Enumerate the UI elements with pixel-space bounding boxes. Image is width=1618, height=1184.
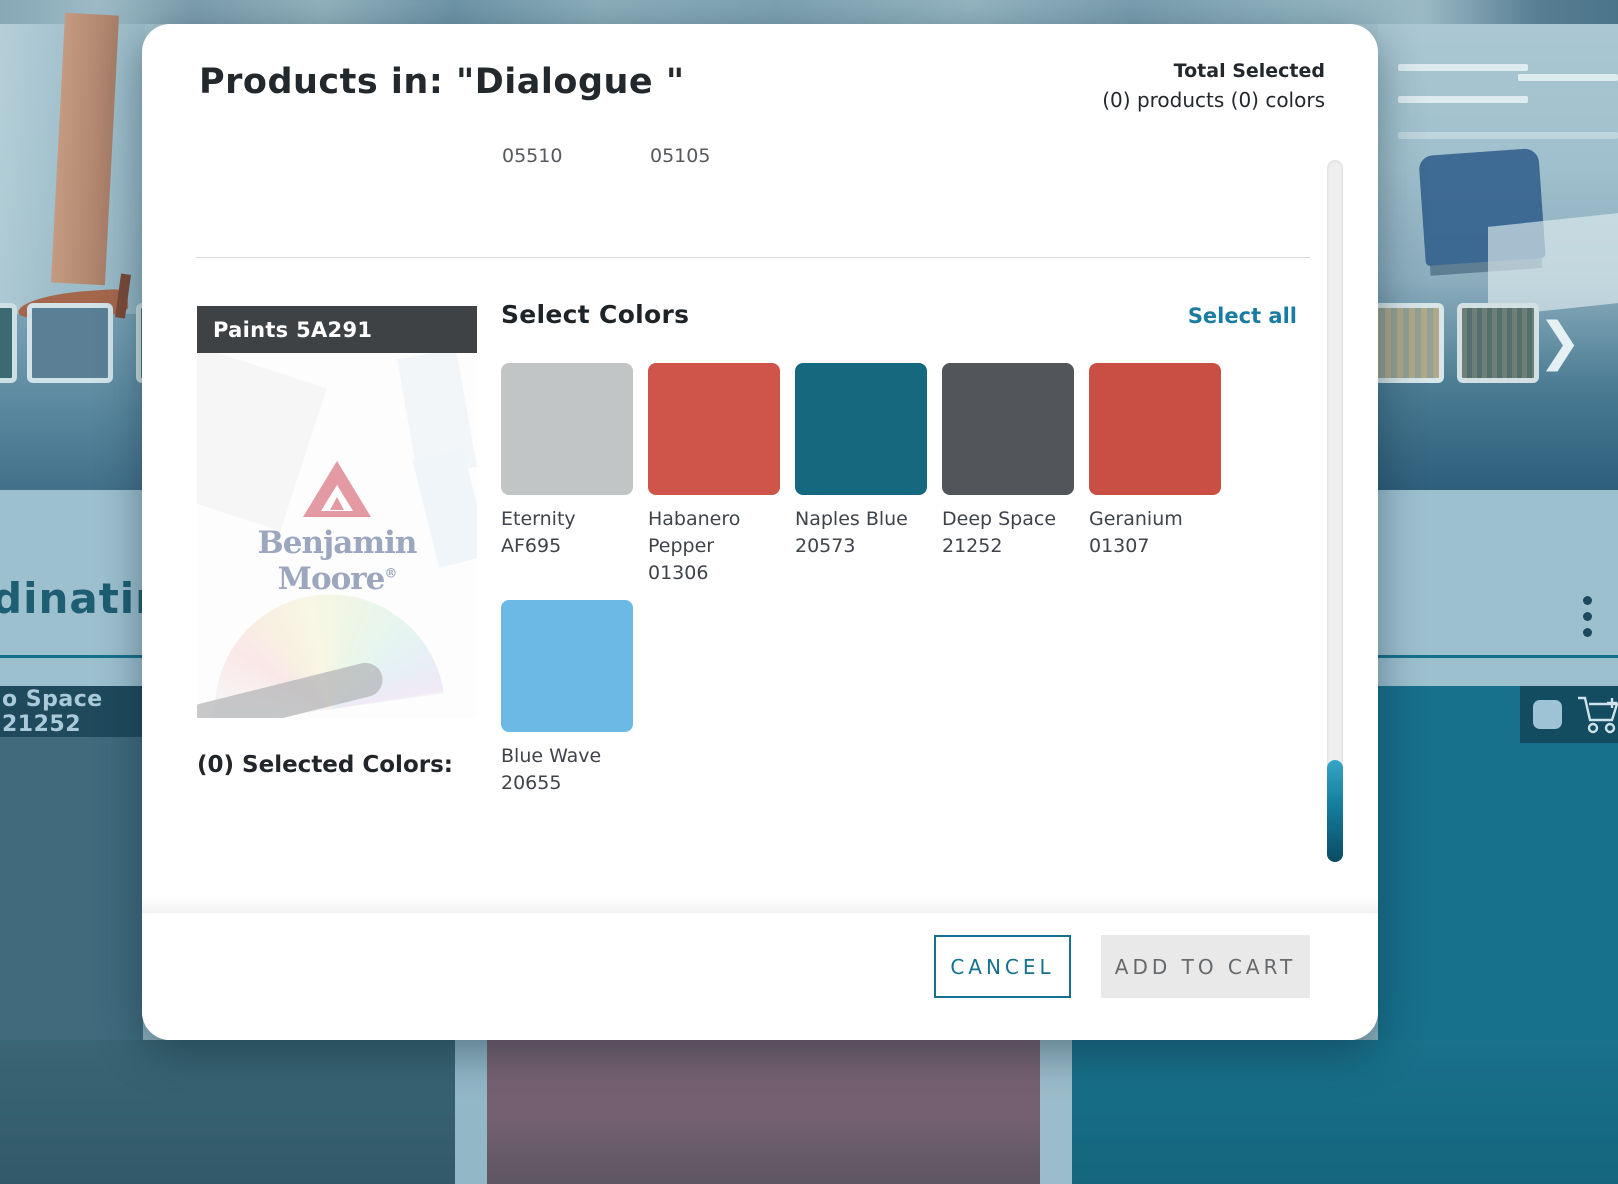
swatch-toggle-button[interactable] [1533,700,1562,729]
shelf-line [1398,64,1528,71]
bottom-strip [455,1040,487,1184]
product-card-title: Paints 5A291 [197,306,477,353]
color-swatch-label: Naples Blue20573 [795,506,927,560]
color-swatch[interactable] [648,363,780,495]
selected-colors-count: (0) Selected Colors: [197,752,453,778]
shelf-line [1398,132,1618,139]
dialog-scrollbar-track[interactable] [1327,160,1343,862]
color-swatch-item: Deep Space21252 [942,363,1074,588]
dialog-scrollbar-thumb[interactable] [1327,760,1343,862]
product-card[interactable]: Paints 5A291 Benjamin Moore® [197,306,477,718]
clipped-color-label: Connection 05105 [650,140,820,170]
dialog-scroll-area[interactable]: Phrase 05510 Connection 05105 Paints 5A2… [142,140,1327,912]
total-selected-label: Total Selected [1102,60,1325,82]
shelf-line [1518,74,1618,81]
background-top-banner [0,0,1618,24]
toolbar-actions [1520,686,1618,743]
office-desk [1488,213,1618,317]
products-dialog: Products in: "Dialogue " Total Selected … [142,24,1378,1040]
color-swatch-item: Geranium01307 [1089,363,1221,588]
dialog-title: Products in: "Dialogue " [199,62,685,102]
color-code: 05510 [502,142,652,170]
add-to-cart-button[interactable]: ADD TO CART [1101,935,1310,998]
background-toolbar [1378,686,1618,743]
select-colors-heading: Select Colors [501,300,689,329]
shelf-line [1398,96,1528,103]
color-code: 05105 [650,142,820,170]
color-swatch[interactable] [501,363,633,495]
background-bottom-row [0,1040,1618,1184]
bottom-swatch-slate [0,1040,455,1184]
color-swatch-item: Naples Blue20573 [795,363,927,588]
color-swatch[interactable] [795,363,927,495]
bottom-swatch-teal [1072,1040,1618,1184]
color-swatch-item: Habanero Pepper01306 [648,363,780,588]
total-selected-value: (0) products (0) colors [1102,88,1325,112]
carousel-next-icon[interactable]: ❯ [1538,306,1582,378]
color-swatch-label: Habanero Pepper01306 [648,506,780,587]
color-swatch-item: Blue Wave20655 [501,600,633,825]
color-name-chip: o Space 21252 [0,686,143,737]
carpet-swatch[interactable] [0,303,17,383]
cancel-button[interactable]: CANCEL [934,935,1071,998]
color-swatch[interactable] [501,600,633,732]
dialog-footer: CANCEL ADD TO CART [142,913,1378,1040]
color-swatch-label: Blue Wave20655 [501,743,633,797]
background-lower-right [1378,743,1618,1040]
background-office-photo [1378,24,1618,490]
carpet-swatch[interactable] [27,303,113,383]
bottom-strip [1040,1040,1072,1184]
color-swatch-label: Geranium01307 [1089,506,1221,560]
color-swatch-label: EternityAF695 [501,506,633,560]
select-all-link[interactable]: Select all [1188,304,1297,328]
color-swatch-label: Deep Space21252 [942,506,1074,560]
color-swatch-grid: EternityAF695 Habanero Pepper01306 Naple… [501,363,1241,837]
page-background: ❯ dinating E o Space 21252 [0,0,1618,1184]
product-brand-image: Benjamin Moore® [197,353,477,718]
background-lower-left [0,737,143,1040]
total-selected: Total Selected (0) products (0) colors [1102,60,1325,112]
section-divider [196,257,1310,258]
bottom-swatch-mauve [487,1040,1040,1184]
color-swatch-item: EternityAF695 [501,363,633,588]
kebab-menu-icon[interactable] [1583,596,1593,640]
carpet-swatch[interactable] [1457,303,1539,383]
clipped-color-label: Phrase 05510 [502,140,652,170]
color-swatch[interactable] [1089,363,1221,495]
color-swatch[interactable] [942,363,1074,495]
add-to-cart-icon[interactable] [1576,694,1618,736]
